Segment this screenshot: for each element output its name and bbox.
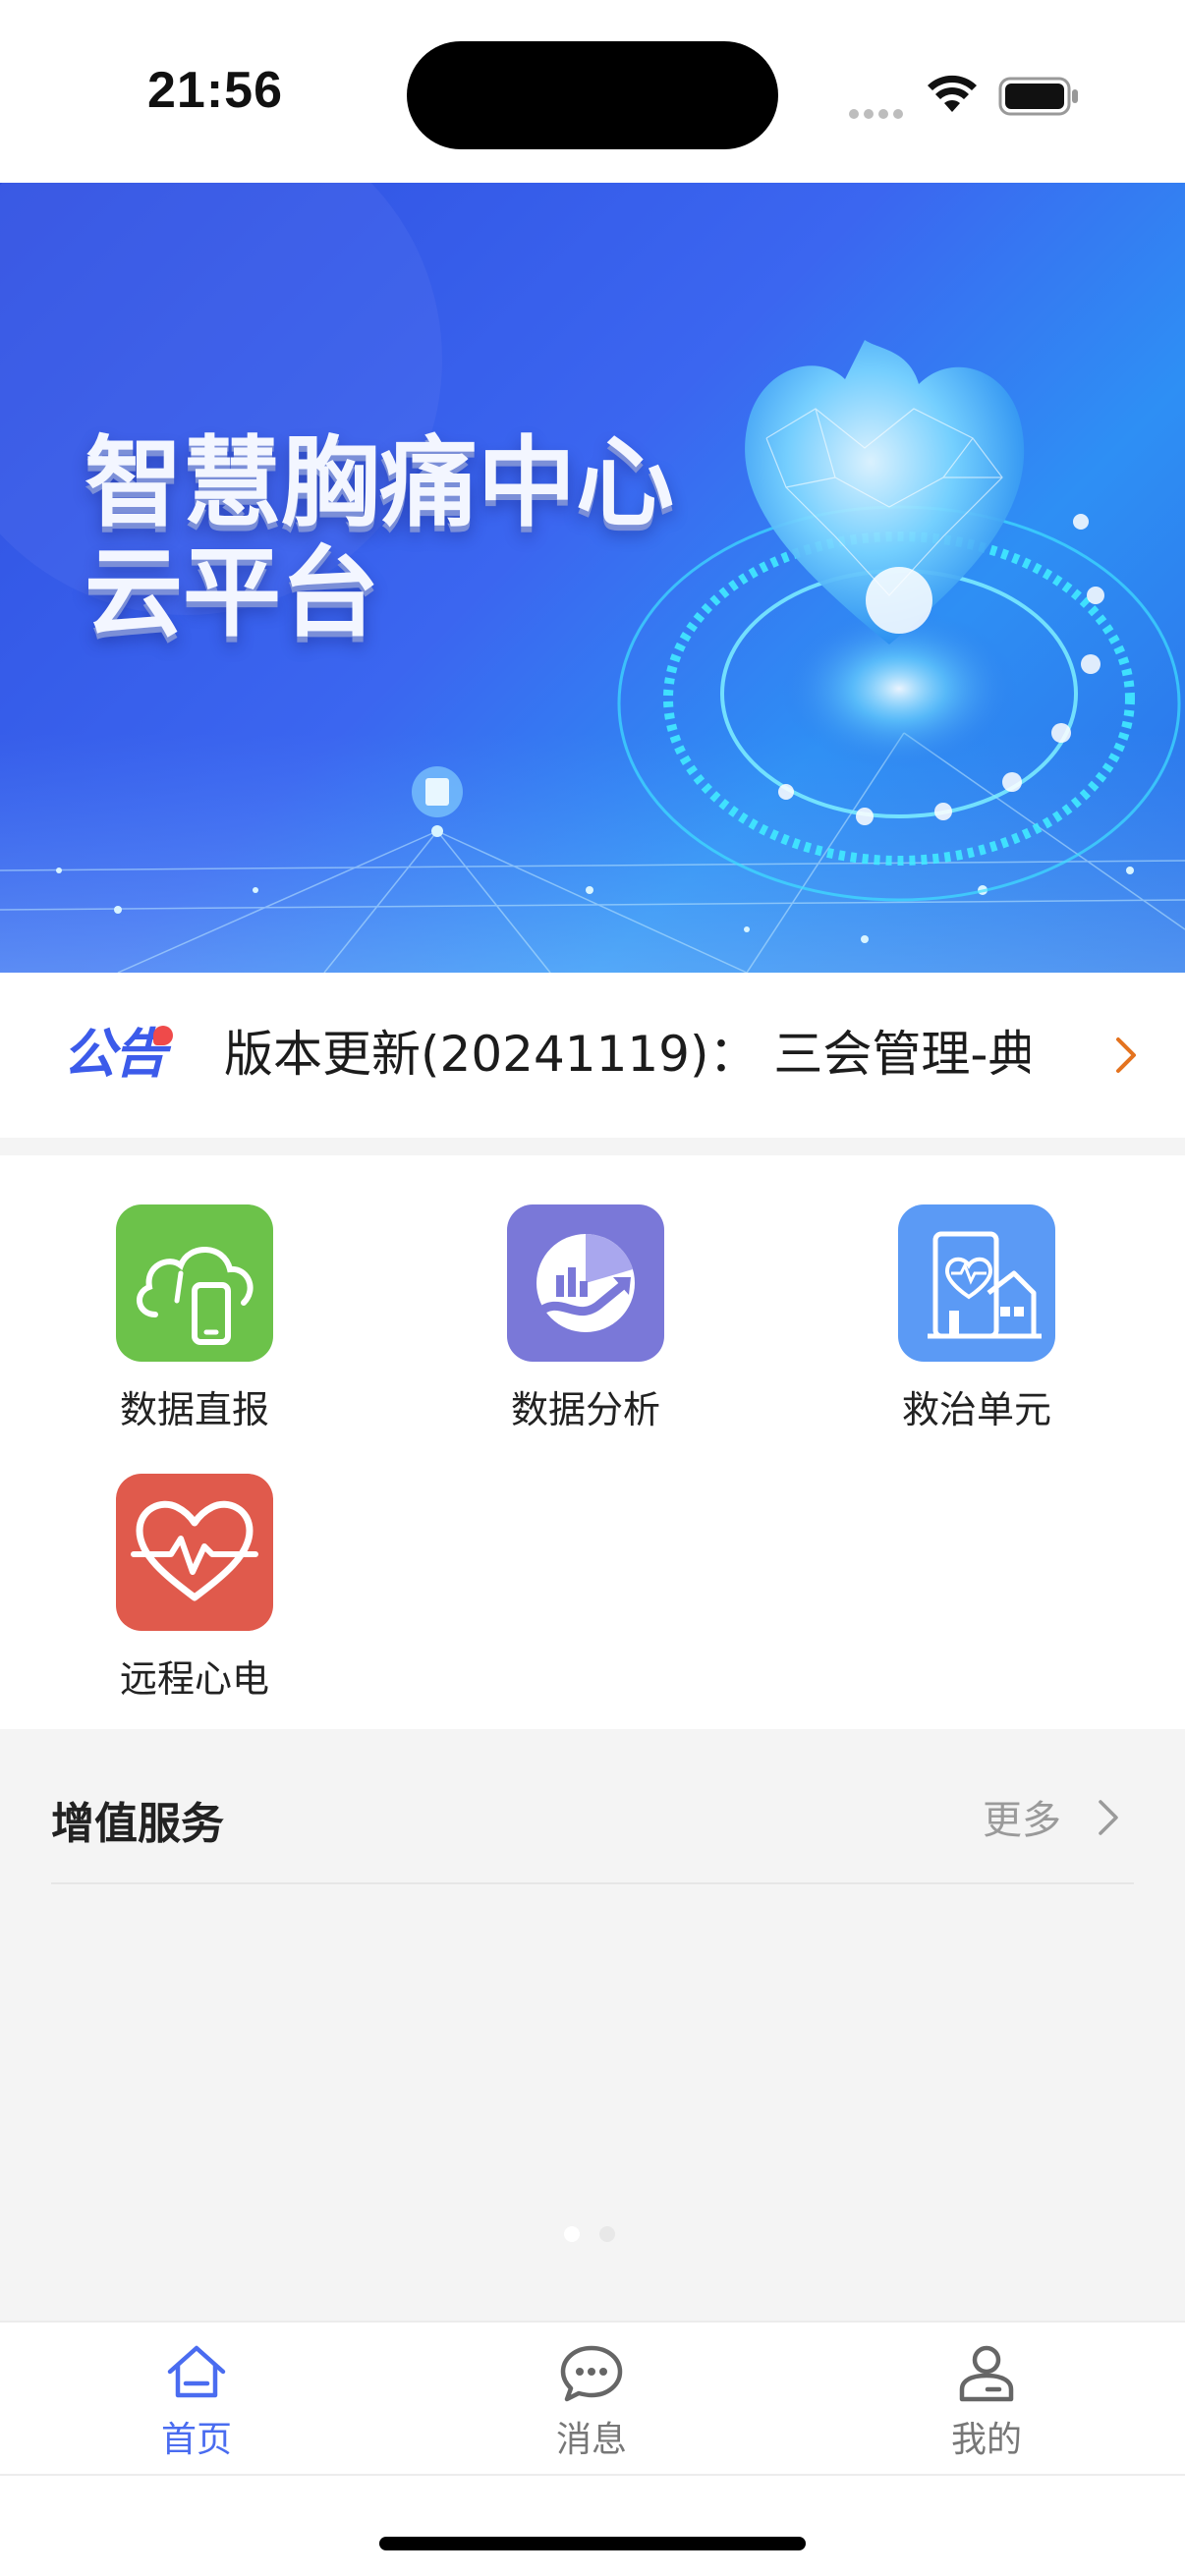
feature-data-report[interactable]: 数据直报 [77,1204,312,1433]
cloud-phone-icon [116,1204,273,1362]
status-time: 21:56 [147,62,283,119]
dynamic-island [407,41,778,149]
pager-dot[interactable] [599,2226,615,2242]
more-link[interactable]: 更多 [983,1788,1061,1845]
hero-banner[interactable]: 智慧胸痛中心 云平台 [0,183,1185,973]
feature-remote-ecg[interactable]: 远程心电 [77,1474,312,1703]
tab-messages[interactable]: 消息 [493,2342,690,2462]
tab-label: 消息 [555,2420,627,2460]
tab-bar: 首页 消息 我的 [0,2321,1185,2476]
battery-icon [998,77,1078,116]
status-bar: 21:56 [0,0,1185,183]
value-added-services: 增值服务 更多 [0,1729,1185,2321]
wifi-icon [928,75,977,112]
feature-data-analysis[interactable]: 数据分析 [468,1204,704,1433]
carousel-pager[interactable] [564,2226,635,2246]
home-indicator[interactable] [379,2537,806,2550]
heart-ecg-icon [116,1474,273,1631]
tab-label: 首页 [160,2420,232,2460]
notice-badge: 公告 [63,1026,173,1083]
tab-mine[interactable]: 我的 [888,2342,1085,2462]
feature-label: 数据分析 [510,1388,660,1431]
feature-label: 远程心电 [119,1657,269,1701]
tab-home[interactable]: 首页 [98,2342,295,2462]
feature-grid: 数据直报 数据分析 救治单元 远程心电 [0,1155,1185,1729]
tab-label: 我的 [950,2420,1022,2460]
divider [51,1882,1134,1884]
signal-icon [849,104,908,123]
hospital-heart-icon [898,1204,1055,1362]
pager-dot-active[interactable] [564,2226,580,2242]
notice-text[interactable]: 版本更新(20241119)： 三会管理-典型病例 [224,1020,1030,1089]
feature-label: 数据直报 [119,1388,269,1431]
home-icon [167,2345,226,2398]
chevron-right-icon[interactable] [1112,1034,1140,1077]
feature-treatment-unit[interactable]: 救治单元 [859,1204,1095,1433]
message-icon [560,2345,623,2402]
feature-label: 救治单元 [901,1388,1051,1431]
chart-analysis-icon [507,1204,664,1362]
user-icon [959,2345,1014,2402]
section-title: 增值服务 [51,1799,224,1849]
banner-title: 智慧胸痛中心 云平台 [85,428,674,648]
section-divider [0,1138,1185,1155]
chevron-right-icon[interactable] [1097,1798,1120,1837]
